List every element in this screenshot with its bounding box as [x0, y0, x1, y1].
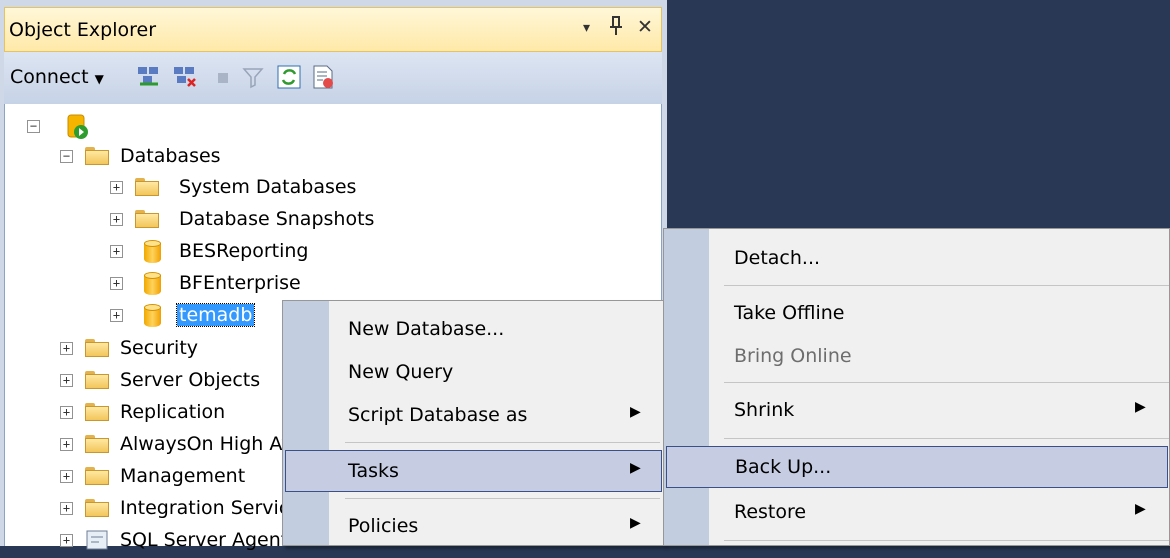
menu-item-policies[interactable]: Policies ▶	[329, 506, 663, 546]
menu-gutter	[283, 301, 329, 545]
expand-icon[interactable]: +	[60, 342, 73, 355]
expand-icon[interactable]: +	[110, 245, 123, 258]
menu-item-label: Restore	[734, 501, 807, 523]
connect-button[interactable]: Connect ▼	[10, 66, 104, 88]
menu-item-label: Detach...	[734, 247, 821, 269]
folder-icon	[135, 178, 159, 196]
submenu-arrow-icon: ▶	[630, 460, 641, 476]
tree-item-label: SQL Server Agent	[120, 529, 289, 551]
folder-icon	[85, 467, 109, 485]
server-running-icon	[67, 114, 89, 145]
menu-item-tasks[interactable]: Tasks ▶	[285, 450, 662, 492]
tree-item-label-selected: temadb	[175, 303, 256, 327]
window-position-dropdown-icon[interactable]: ▾	[583, 20, 590, 36]
database-icon	[144, 240, 161, 264]
menu-item-label: Bring Online	[734, 345, 852, 367]
expand-icon[interactable]: +	[110, 309, 123, 322]
tree-item-label: Server Objects	[120, 369, 261, 391]
menu-item-label: New Query	[348, 361, 454, 383]
menu-separator	[345, 498, 660, 499]
connect-object-explorer-icon[interactable]	[136, 64, 162, 90]
menu-separator	[724, 382, 1169, 383]
close-icon[interactable]: ✕	[637, 16, 653, 38]
folder-icon	[135, 210, 159, 228]
activity-monitor-icon[interactable]	[310, 64, 336, 90]
menu-gutter	[664, 229, 709, 545]
refresh-icon[interactable]	[276, 64, 302, 90]
folder-icon	[85, 371, 109, 389]
expand-icon[interactable]: +	[60, 374, 73, 387]
expand-icon[interactable]: +	[110, 277, 123, 290]
menu-item-label: Shrink	[734, 399, 795, 421]
tree-item-label: Management	[120, 465, 246, 487]
expand-icon[interactable]: +	[60, 502, 73, 515]
expand-icon[interactable]: +	[110, 181, 123, 194]
expand-icon[interactable]: +	[60, 438, 73, 451]
menu-item-restore[interactable]: Restore ▶	[709, 492, 1169, 532]
filter-icon	[240, 64, 266, 90]
folder-icon	[85, 147, 109, 165]
menu-separator	[724, 540, 1169, 541]
menu-item-new-database[interactable]: New Database...	[329, 309, 663, 349]
menu-item-new-query[interactable]: New Query	[329, 352, 663, 392]
tasks-submenu: Detach... Take Offline Bring Online Shri…	[663, 228, 1170, 546]
tree-item-label: Replication	[120, 401, 226, 423]
menu-item-label: New Database...	[348, 318, 505, 340]
submenu-arrow-icon: ▶	[630, 404, 641, 420]
database-context-menu: New Database... New Query Script Databas…	[282, 300, 664, 546]
menu-item-shrink[interactable]: Shrink ▶	[709, 390, 1169, 430]
menu-item-label: Tasks	[348, 460, 399, 482]
submenu-arrow-icon: ▶	[1135, 501, 1146, 517]
expand-icon[interactable]: +	[110, 213, 123, 226]
expand-icon[interactable]: +	[60, 470, 73, 483]
menu-item-label: Back Up...	[735, 456, 832, 478]
menu-item-back-up[interactable]: Back Up...	[666, 446, 1168, 488]
tree-item-label: Security	[120, 337, 199, 359]
collapse-icon[interactable]: −	[60, 150, 73, 163]
tree-item-label: BESReporting	[179, 240, 309, 262]
expand-icon[interactable]: +	[60, 406, 73, 419]
menu-item-take-offline[interactable]: Take Offline	[709, 293, 1169, 333]
sql-agent-icon	[85, 529, 109, 556]
chevron-down-icon: ▼	[94, 72, 104, 86]
tree-item-label: Databases	[120, 145, 221, 167]
folder-icon	[85, 499, 109, 517]
expand-icon[interactable]: +	[60, 534, 73, 547]
tree-item-label: System Databases	[179, 176, 357, 198]
tree-item-label: Database Snapshots	[179, 208, 375, 230]
collapse-icon[interactable]: −	[27, 120, 40, 133]
connect-label: Connect	[10, 66, 89, 88]
menu-separator	[724, 438, 1169, 439]
object-explorer-titlebar: Object Explorer ▾ ✕	[4, 7, 662, 52]
menu-item-label: Take Offline	[734, 302, 845, 324]
submenu-arrow-icon: ▶	[630, 515, 641, 531]
menu-item-detach[interactable]: Detach...	[709, 238, 1169, 278]
menu-separator	[345, 442, 660, 443]
database-icon	[144, 304, 161, 328]
object-explorer-toolbar: Connect ▼	[4, 52, 662, 104]
menu-item-label: Policies	[348, 515, 419, 537]
tree-item-label: BFEnterprise	[179, 272, 301, 294]
auto-hide-pin-icon[interactable]	[609, 16, 623, 41]
menu-separator	[724, 285, 1169, 286]
panel-title: Object Explorer	[9, 19, 157, 41]
menu-item-label: Script Database as	[348, 404, 528, 426]
stop-icon	[210, 64, 236, 90]
menu-item-bring-online: Bring Online	[709, 336, 1169, 376]
folder-icon	[85, 403, 109, 421]
menu-item-script-database-as[interactable]: Script Database as ▶	[329, 395, 663, 435]
folder-icon	[85, 435, 109, 453]
submenu-arrow-icon: ▶	[1135, 399, 1146, 415]
disconnect-icon[interactable]	[172, 64, 198, 90]
database-icon	[144, 272, 161, 296]
folder-icon	[85, 339, 109, 357]
